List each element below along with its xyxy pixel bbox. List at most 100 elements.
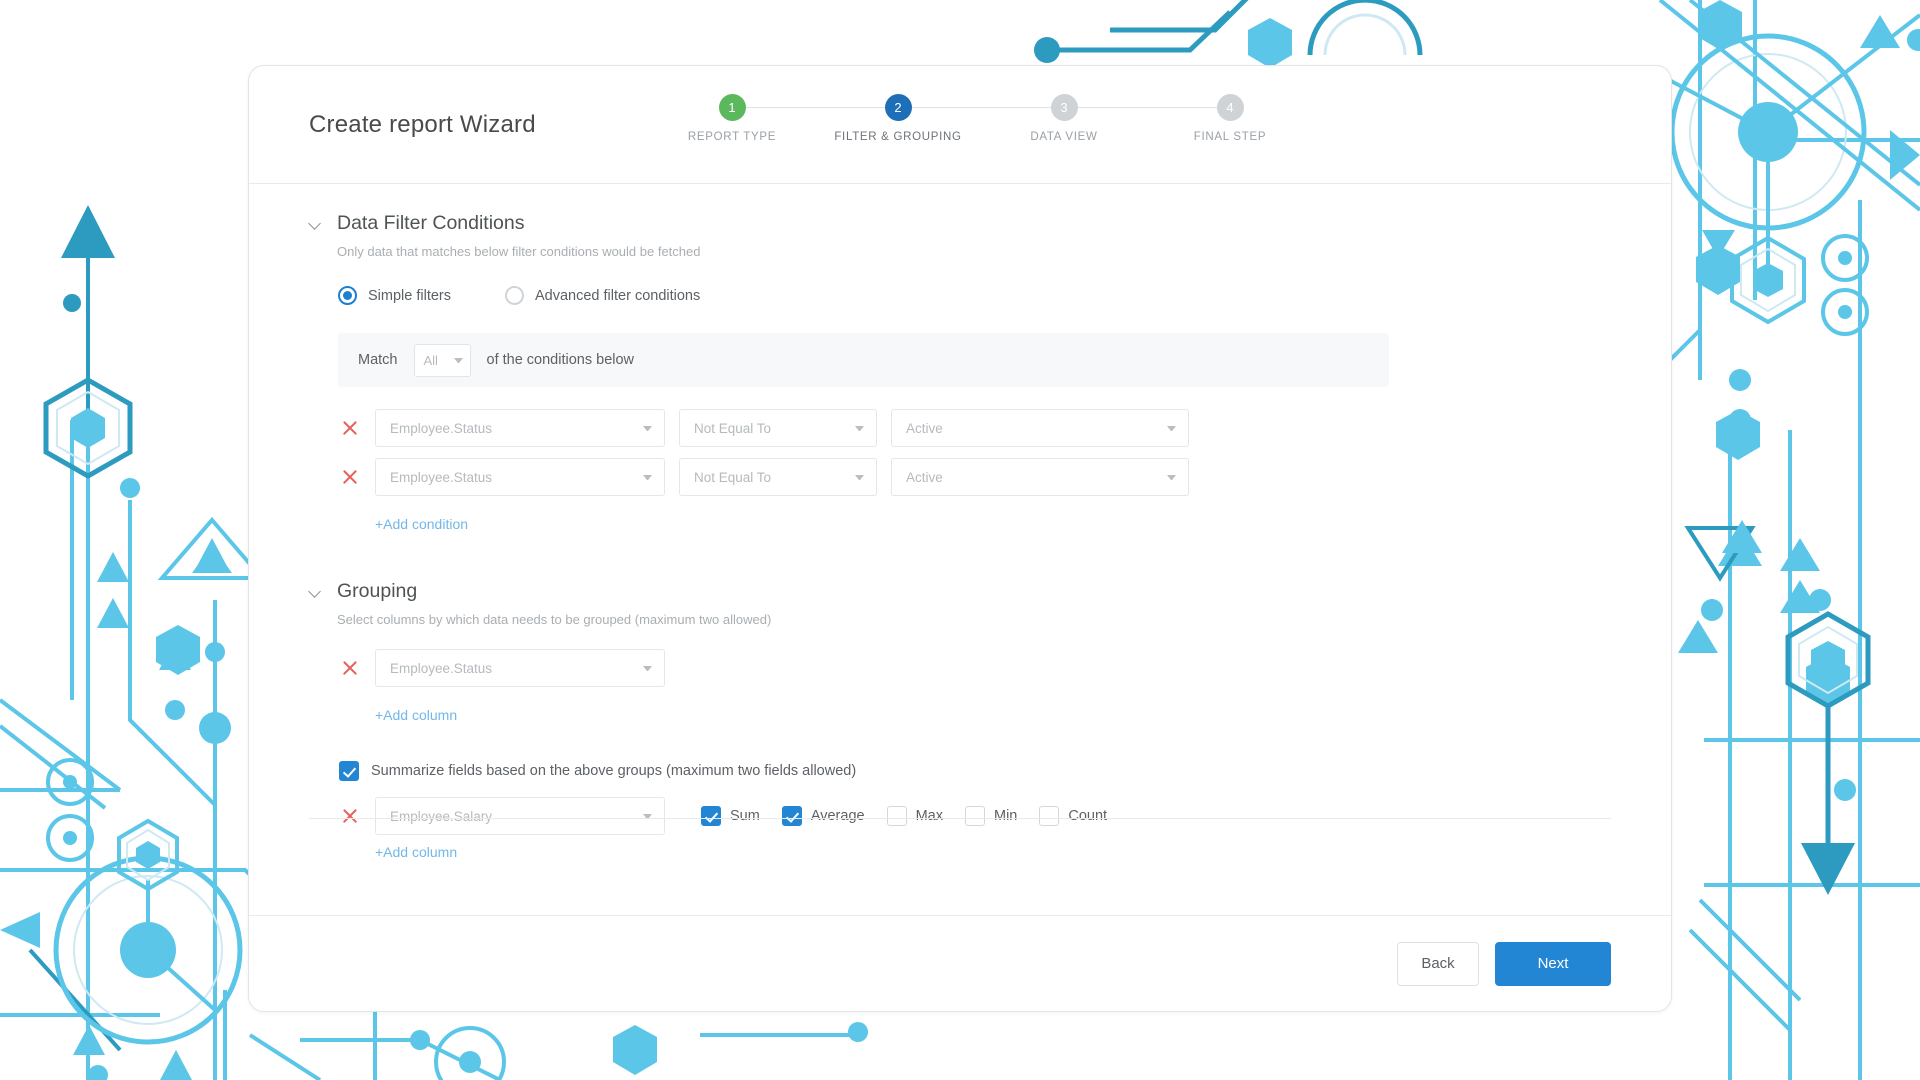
radio-icon-advanced-filter-conditions[interactable]: [505, 286, 524, 305]
checkbox-sum[interactable]: [701, 806, 721, 826]
condition-field-select[interactable]: Employee.Status: [375, 458, 665, 496]
chevron-down-icon: [643, 475, 652, 480]
section-grouping: Grouping Select columns by which data ne…: [309, 580, 1611, 862]
wizard-body: Data Filter Conditions Only data that ma…: [249, 184, 1671, 915]
aggregate-option-min[interactable]: Min: [965, 806, 1017, 826]
label-min: Min: [994, 808, 1017, 824]
filter-condition-row: Employee.Status Not Equal To Active: [309, 458, 1611, 496]
chevron-down-icon: [643, 666, 652, 671]
condition-value-value: Active: [906, 470, 943, 485]
remove-summary-field-icon[interactable]: [339, 805, 361, 827]
aggregate-option-sum[interactable]: Sum: [701, 806, 760, 826]
chevron-down-icon: [1167, 475, 1176, 480]
checkbox-count[interactable]: [1039, 806, 1059, 826]
add-summary-column-link[interactable]: +Add column: [375, 844, 457, 860]
chevron-down-icon: [855, 426, 864, 431]
grouping-column-value: Employee.Status: [390, 661, 492, 676]
match-conditions-bar: Match All of the conditions below: [338, 333, 1389, 387]
match-suffix-label: of the conditions below: [487, 352, 635, 368]
condition-field-value: Employee.Status: [390, 470, 492, 485]
filter-condition-list: Employee.Status Not Equal To Active: [309, 409, 1611, 496]
condition-operator-value: Not Equal To: [694, 421, 771, 436]
aggregate-option-average[interactable]: Average: [782, 806, 865, 826]
radio-simple-filters[interactable]: Simple filters: [338, 286, 451, 305]
step-connector: [1064, 107, 1230, 108]
wizard-footer: Back Next: [249, 915, 1671, 1011]
summary-field-select[interactable]: Employee.Salary: [375, 797, 665, 835]
checkbox-average[interactable]: [782, 806, 802, 826]
condition-operator-select[interactable]: Not Equal To: [679, 458, 877, 496]
grouping-column-row: Employee.Status: [309, 649, 1611, 687]
back-button[interactable]: Back: [1397, 942, 1479, 986]
condition-field-value: Employee.Status: [390, 421, 492, 436]
create-report-wizard-card: Create report Wizard 1 REPORT TYPE 2 FIL…: [248, 65, 1672, 1012]
label-max: Max: [916, 808, 943, 824]
chevron-down-icon: [643, 426, 652, 431]
condition-field-select[interactable]: Employee.Status: [375, 409, 665, 447]
step-label-4: FINAL STEP: [1194, 131, 1266, 143]
step-label-2: FILTER & GROUPING: [834, 131, 961, 143]
step-report-type[interactable]: 1 REPORT TYPE: [649, 94, 815, 143]
section-header-grouping[interactable]: Grouping: [309, 580, 1611, 603]
label-average: Average: [811, 808, 865, 824]
step-filter-grouping[interactable]: 2 FILTER & GROUPING: [815, 94, 981, 143]
label-count: Count: [1068, 808, 1107, 824]
filter-condition-row: Employee.Status Not Equal To Active: [309, 409, 1611, 447]
remove-column-icon[interactable]: [339, 657, 361, 679]
radio-label-advanced-filter-conditions: Advanced filter conditions: [535, 288, 700, 304]
section-data-filter-conditions: Data Filter Conditions Only data that ma…: [309, 212, 1611, 534]
section-subtitle-filter: Only data that matches below filter cond…: [337, 244, 1611, 259]
aggregate-options: Sum Average Max Min: [701, 806, 1107, 826]
section-subtitle-grouping: Select columns by which data needs to be…: [337, 612, 1611, 627]
remove-condition-icon[interactable]: [339, 466, 361, 488]
step-label-1: REPORT TYPE: [688, 131, 776, 143]
condition-operator-value: Not Equal To: [694, 470, 771, 485]
section-header-filter[interactable]: Data Filter Conditions: [309, 212, 1611, 235]
radio-label-simple-filters: Simple filters: [368, 288, 451, 304]
step-circle-2: 2: [885, 94, 912, 121]
section-title-grouping: Grouping: [337, 580, 417, 603]
step-connector: [898, 107, 1064, 108]
chevron-down-icon[interactable]: [309, 585, 323, 599]
aggregate-option-max[interactable]: Max: [887, 806, 943, 826]
next-button[interactable]: Next: [1495, 942, 1611, 986]
condition-value-select[interactable]: Active: [891, 409, 1189, 447]
summarize-fields-checkbox[interactable]: [339, 761, 359, 781]
checkbox-min[interactable]: [965, 806, 985, 826]
step-label-3: DATA VIEW: [1030, 131, 1097, 143]
match-type-value: All: [424, 353, 438, 368]
radio-advanced-filter-conditions[interactable]: Advanced filter conditions: [505, 286, 700, 305]
add-column-link[interactable]: +Add column: [375, 707, 457, 723]
condition-value-value: Active: [906, 421, 943, 436]
step-connector: [732, 107, 898, 108]
step-circle-1: 1: [719, 94, 746, 121]
aggregate-option-count[interactable]: Count: [1039, 806, 1107, 826]
chevron-down-icon[interactable]: [309, 217, 323, 231]
condition-value-select[interactable]: Active: [891, 458, 1189, 496]
step-final-step[interactable]: 4 FINAL STEP: [1147, 94, 1313, 143]
summarize-fields-checkbox-row[interactable]: Summarize fields based on the above grou…: [339, 761, 1611, 781]
radio-icon-simple-filters[interactable]: [338, 286, 357, 305]
chevron-down-icon: [454, 358, 463, 363]
match-prefix-label: Match: [358, 352, 398, 368]
wizard-stepper: 1 REPORT TYPE 2 FILTER & GROUPING 3 DATA…: [649, 94, 1313, 143]
summarize-fields-label: Summarize fields based on the above grou…: [371, 763, 856, 779]
grouping-column-list: Employee.Status: [309, 649, 1611, 687]
chevron-down-icon: [1167, 426, 1176, 431]
step-circle-3: 3: [1051, 94, 1078, 121]
add-condition-link[interactable]: +Add condition: [375, 516, 468, 532]
wizard-header: Create report Wizard 1 REPORT TYPE 2 FIL…: [249, 66, 1671, 184]
step-circle-4: 4: [1217, 94, 1244, 121]
match-type-select[interactable]: All: [414, 344, 471, 377]
condition-operator-select[interactable]: Not Equal To: [679, 409, 877, 447]
remove-condition-icon[interactable]: [339, 417, 361, 439]
page-title: Create report Wizard: [309, 111, 536, 139]
section-title-filter: Data Filter Conditions: [337, 212, 525, 235]
step-data-view[interactable]: 3 DATA VIEW: [981, 94, 1147, 143]
summary-field-value: Employee.Salary: [390, 809, 492, 824]
checkbox-max[interactable]: [887, 806, 907, 826]
content-footer-divider: [309, 818, 1611, 819]
label-sum: Sum: [730, 808, 760, 824]
filter-mode-radio-group: Simple filters Advanced filter condition…: [338, 286, 1611, 305]
grouping-column-select[interactable]: Employee.Status: [375, 649, 665, 687]
